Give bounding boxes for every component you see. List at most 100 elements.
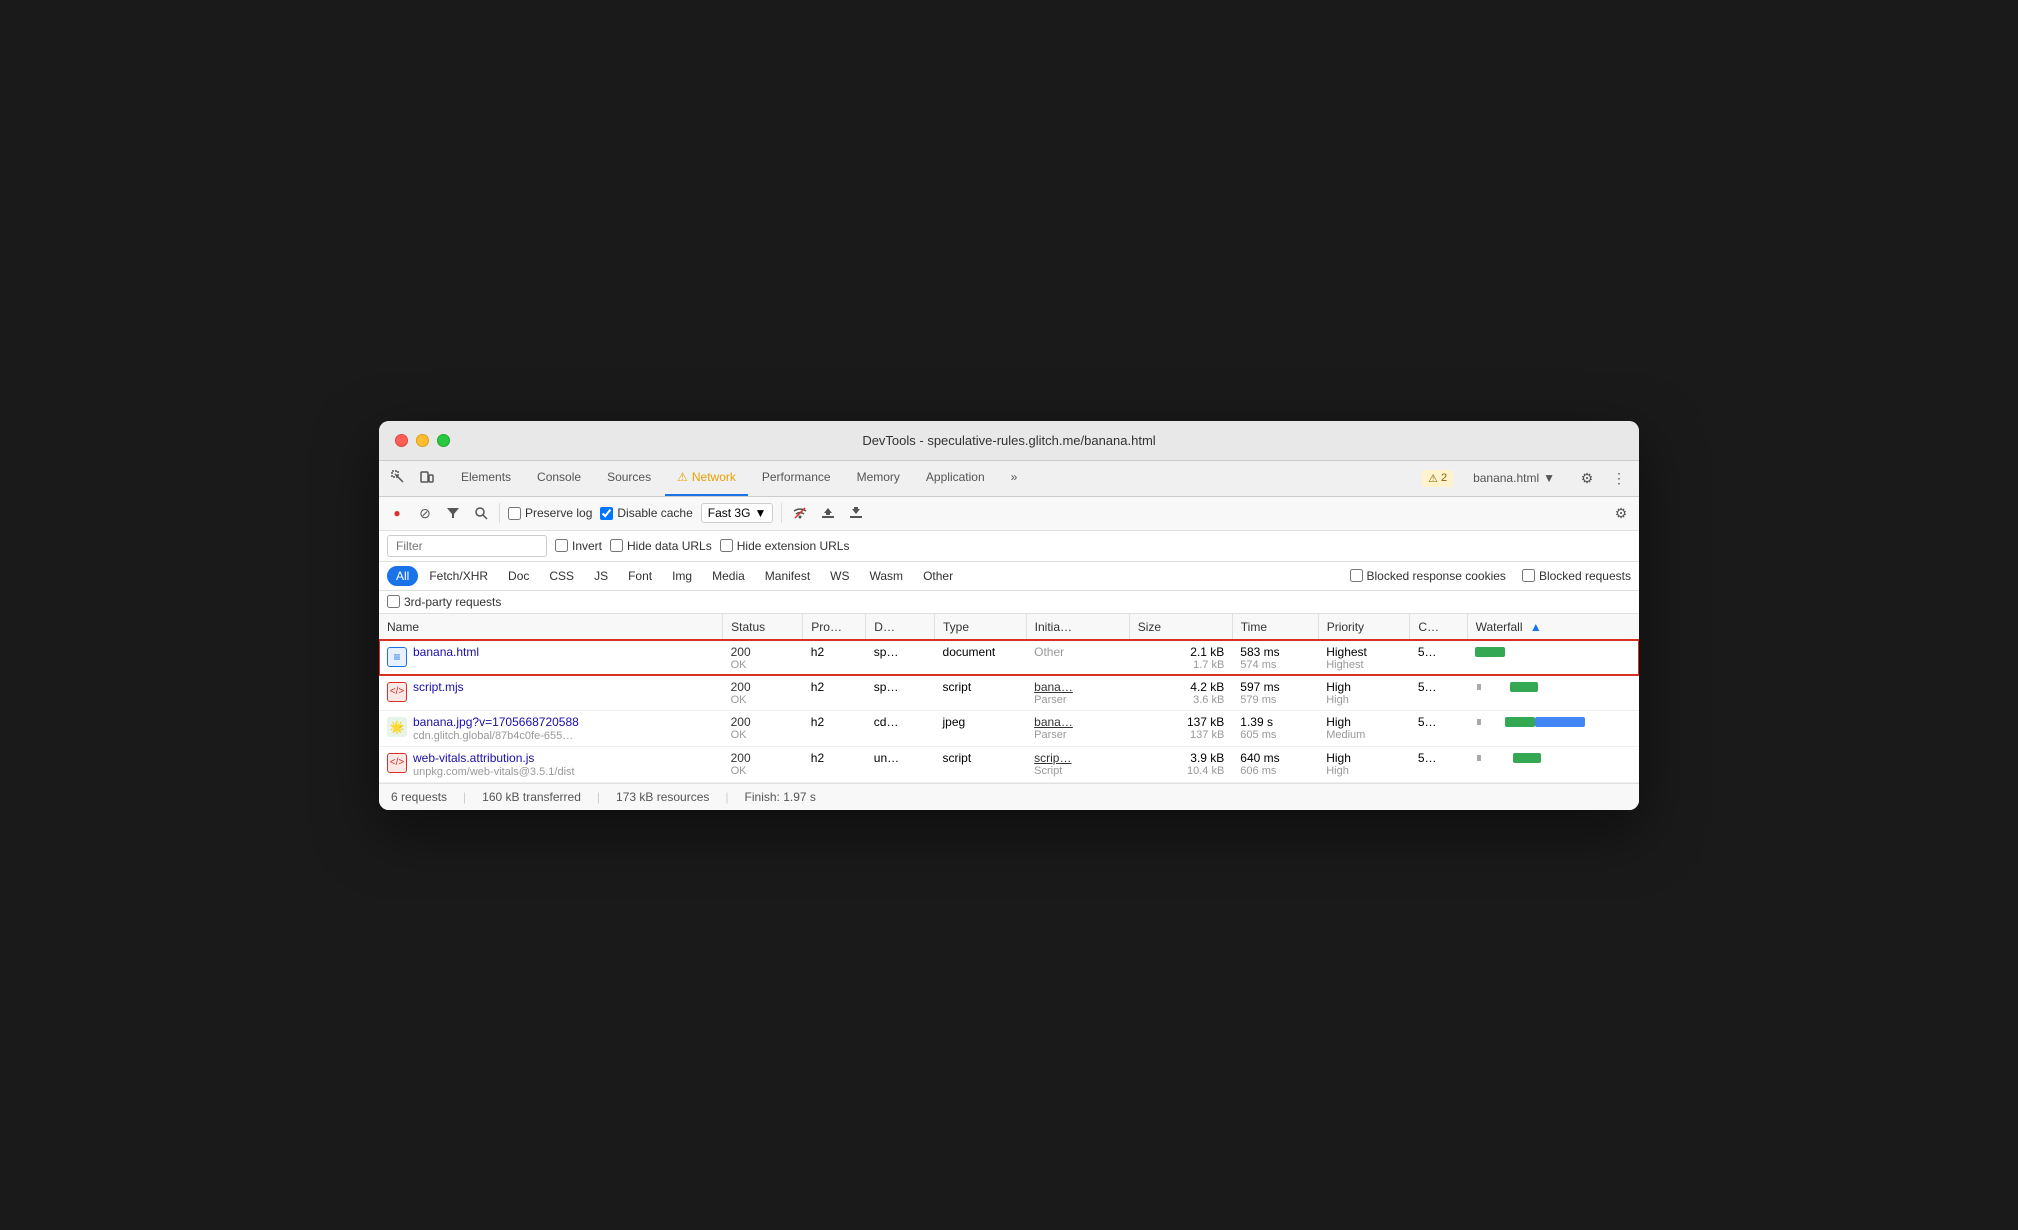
- table-row[interactable]: </> script.mjs 200 OK h2 sp… s: [379, 675, 1639, 710]
- filter-ws[interactable]: WS: [821, 566, 858, 586]
- filter-all[interactable]: All: [387, 566, 418, 586]
- size-secondary-0: 1.7 kB: [1137, 659, 1224, 671]
- protocol-cell-1: h2: [803, 675, 866, 710]
- priority-secondary-3: High: [1326, 765, 1402, 777]
- size-primary-3: 3.9 kB: [1137, 751, 1224, 765]
- tab-bar-left-icons: [387, 466, 439, 490]
- domain-cell-2: cd…: [866, 710, 935, 746]
- devtools-settings-icon[interactable]: ⚙: [1611, 503, 1631, 523]
- filter-font[interactable]: Font: [619, 566, 661, 586]
- invert-checkbox[interactable]: [555, 539, 568, 552]
- tab-more[interactable]: »: [999, 460, 1030, 496]
- tab-console[interactable]: Console: [525, 460, 593, 496]
- priority-cell-0: Highest Highest: [1318, 640, 1410, 675]
- tab-performance[interactable]: Performance: [750, 460, 843, 496]
- initiator-link-1: bana…: [1034, 680, 1121, 694]
- priority-primary-2: High: [1326, 715, 1402, 729]
- filter-manifest[interactable]: Manifest: [756, 566, 819, 586]
- disable-cache-label: Disable cache: [617, 506, 692, 520]
- tab-sources[interactable]: Sources: [595, 460, 663, 496]
- status-sep-1: |: [463, 790, 466, 804]
- inspect-icon[interactable]: [387, 466, 411, 490]
- blocked-requests-checkbox[interactable]: [1522, 569, 1535, 582]
- export-icon[interactable]: [846, 503, 866, 523]
- header-time[interactable]: Time: [1232, 614, 1318, 641]
- header-status[interactable]: Status: [723, 614, 803, 641]
- hide-data-urls-checkbox[interactable]: [610, 539, 623, 552]
- header-cookies[interactable]: C…: [1410, 614, 1467, 641]
- maximize-button[interactable]: [437, 434, 450, 447]
- waterfall-waiting-1: [1477, 684, 1481, 690]
- header-waterfall[interactable]: Waterfall ▲: [1467, 614, 1639, 641]
- filter-fetch-xhr[interactable]: Fetch/XHR: [420, 566, 497, 586]
- filter-media[interactable]: Media: [703, 566, 754, 586]
- import-icon[interactable]: [818, 503, 838, 523]
- size-secondary-1: 3.6 kB: [1137, 694, 1224, 706]
- tab-memory[interactable]: Memory: [845, 460, 912, 496]
- file-subname-3: unpkg.com/web-vitals@3.5.1/dist: [413, 766, 575, 778]
- disable-cache-checkbox[interactable]: [600, 507, 613, 520]
- filter-js[interactable]: JS: [585, 566, 617, 586]
- finish-time: Finish: 1.97 s: [745, 790, 816, 804]
- search-icon[interactable]: [471, 503, 491, 523]
- close-button[interactable]: [395, 434, 408, 447]
- tab-network[interactable]: ⚠ Network: [665, 460, 748, 496]
- waterfall-green-bar-3: [1513, 753, 1541, 763]
- third-party-checkbox[interactable]: [387, 595, 400, 608]
- type-filter-buttons: All Fetch/XHR Doc CSS JS Font Img Media …: [387, 566, 962, 586]
- filter-input[interactable]: [387, 535, 547, 557]
- table-body: ≡ banana.html 200 OK h2 sp… do: [379, 640, 1639, 782]
- table-row[interactable]: </> web-vitals.attribution.js unpkg.com/…: [379, 746, 1639, 782]
- record-button[interactable]: ●: [387, 503, 407, 523]
- throttle-selector[interactable]: Fast 3G ▼: [701, 503, 774, 523]
- status-cell-2: 200 OK: [723, 710, 803, 746]
- hide-data-urls-group: Hide data URLs: [610, 539, 712, 553]
- blocked-cookies-checkbox[interactable]: [1350, 569, 1363, 582]
- size-primary-2: 137 kB: [1137, 715, 1224, 729]
- no-throttle-wifi-icon[interactable]: [790, 503, 810, 523]
- filter-css[interactable]: CSS: [540, 566, 583, 586]
- filter-doc[interactable]: Doc: [499, 566, 538, 586]
- clear-button[interactable]: ⊘: [415, 503, 435, 523]
- status-text-0: OK: [731, 659, 795, 671]
- file-name-1: script.mjs: [413, 680, 464, 694]
- table-row[interactable]: 🌟 banana.jpg?v=1705668720588 cdn.glitch.…: [379, 710, 1639, 746]
- header-domain[interactable]: D…: [866, 614, 935, 641]
- size-cell-3: 3.9 kB 10.4 kB: [1129, 746, 1232, 782]
- initiator-cell-3: scrip… Script: [1026, 746, 1129, 782]
- settings-icon[interactable]: ⚙: [1575, 466, 1599, 490]
- table-row[interactable]: ≡ banana.html 200 OK h2 sp… do: [379, 640, 1639, 675]
- filter-other[interactable]: Other: [914, 566, 962, 586]
- waterfall-bar-1: [1475, 680, 1595, 694]
- hide-data-urls-label: Hide data URLs: [627, 539, 712, 553]
- title-bar: DevTools - speculative-rules.glitch.me/b…: [379, 421, 1639, 461]
- waterfall-cell-0: [1467, 640, 1639, 675]
- warning-count-badge[interactable]: ⚠ ⚠ 2 2: [1422, 470, 1453, 487]
- time-secondary-0: 574 ms: [1240, 659, 1310, 671]
- header-protocol[interactable]: Pro…: [803, 614, 866, 641]
- header-type[interactable]: Type: [935, 614, 1027, 641]
- time-primary-1: 597 ms: [1240, 680, 1310, 694]
- device-toolbar-icon[interactable]: [415, 466, 439, 490]
- size-primary-1: 4.2 kB: [1137, 680, 1224, 694]
- file-icon-script-1: </>: [387, 682, 407, 702]
- hide-extension-urls-checkbox[interactable]: [720, 539, 733, 552]
- initiator-link-2: bana…: [1034, 715, 1121, 729]
- header-size[interactable]: Size: [1129, 614, 1232, 641]
- filter-img[interactable]: Img: [663, 566, 701, 586]
- filter-icon[interactable]: [443, 503, 463, 523]
- header-priority[interactable]: Priority: [1318, 614, 1410, 641]
- header-initiator[interactable]: Initia…: [1026, 614, 1129, 641]
- filter-wasm[interactable]: Wasm: [861, 566, 913, 586]
- tab-elements[interactable]: Elements: [449, 460, 523, 496]
- status-code-2: 200: [731, 715, 795, 729]
- filter-bar: Invert Hide data URLs Hide extension URL…: [379, 531, 1639, 562]
- file-icon-doc: ≡: [387, 647, 407, 667]
- current-page-selector[interactable]: banana.html ▼: [1461, 460, 1567, 496]
- minimize-button[interactable]: [416, 434, 429, 447]
- priority-primary-0: Highest: [1326, 645, 1402, 659]
- more-options-icon[interactable]: ⋮: [1607, 466, 1631, 490]
- header-name[interactable]: Name: [379, 614, 723, 641]
- tab-application[interactable]: Application: [914, 460, 997, 496]
- preserve-log-checkbox[interactable]: [508, 507, 521, 520]
